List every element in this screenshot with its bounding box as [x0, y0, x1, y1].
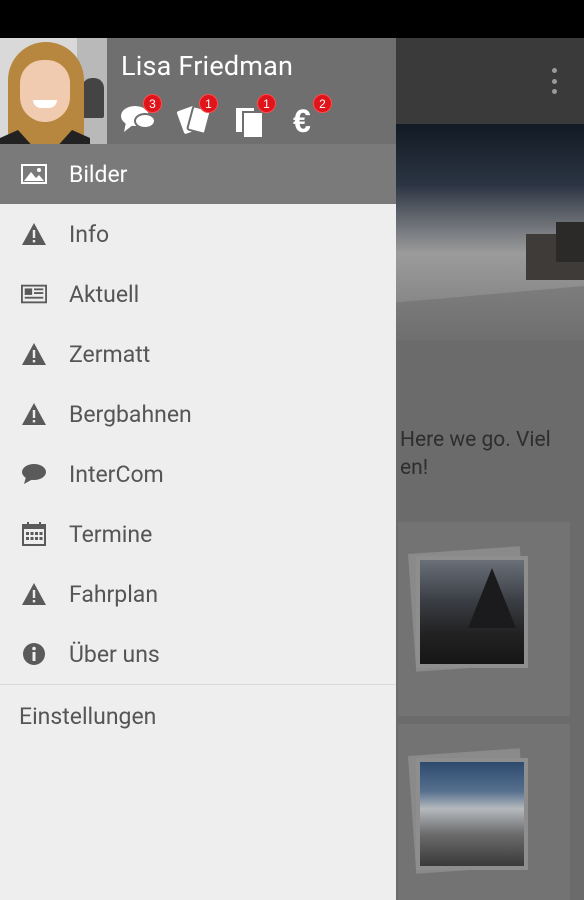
euro-icon[interactable]: € 2	[290, 94, 332, 138]
post-text: Here we go. Viel en!	[400, 426, 584, 482]
badge-count: 1	[199, 94, 218, 113]
menu-item-bergbahnen[interactable]: Bergbahnen	[0, 384, 396, 444]
calendar-icon	[21, 522, 47, 546]
menu-item-label: Bergbahnen	[69, 400, 192, 428]
overflow-menu-icon[interactable]	[552, 68, 558, 94]
photo-thumbnail	[420, 560, 524, 664]
menu-item-aktuell[interactable]: Aktuell	[0, 264, 396, 324]
menu-item-label: Bilder	[69, 160, 128, 188]
warning-icon	[21, 222, 47, 246]
chat-bubble-icon	[21, 462, 47, 486]
profile-name: Lisa Friedman	[121, 50, 294, 82]
documents-icon[interactable]: 1	[234, 94, 276, 138]
menu-item-fahrplan[interactable]: Fahrplan	[0, 564, 396, 624]
settings-item[interactable]: Einstellungen	[0, 685, 396, 755]
menu-item-termine[interactable]: Termine	[0, 504, 396, 564]
chat-bubbles-icon[interactable]: 3	[120, 94, 162, 136]
menu-item-label: Zermatt	[69, 340, 151, 368]
menu-item-bilder[interactable]: Bilder	[0, 144, 396, 204]
drawer-menu: Bilder Info Aktuell Zermatt Bergbahnen I…	[0, 144, 396, 755]
menu-item-label: Aktuell	[69, 280, 140, 308]
menu-item-intercom[interactable]: InterCom	[0, 444, 396, 504]
menu-item-label: Termine	[69, 520, 153, 548]
warning-icon	[21, 582, 47, 606]
menu-item-info[interactable]: Info	[0, 204, 396, 264]
settings-label: Einstellungen	[19, 703, 157, 730]
status-bar	[0, 0, 584, 38]
profile-header[interactable]: Lisa Friedman 3 1 1 € 2	[0, 38, 396, 144]
svg-text:€: €	[293, 104, 311, 138]
post-text-line-2: en!	[400, 456, 429, 480]
photo-thumbnail	[420, 762, 524, 866]
image-icon	[21, 162, 47, 186]
hero-image	[396, 124, 584, 340]
warning-icon	[21, 342, 47, 366]
navigation-drawer: Lisa Friedman 3 1 1 € 2 Bilder Info Aktu…	[0, 38, 396, 900]
menu-item-label: Fahrplan	[69, 580, 159, 608]
badge-count: 1	[257, 94, 276, 113]
badge-count: 3	[143, 94, 162, 113]
menu-item-label: Über uns	[69, 640, 160, 668]
photo-card[interactable]	[398, 522, 570, 716]
tickets-icon[interactable]: 1	[176, 94, 218, 136]
info-icon	[21, 642, 47, 666]
newspaper-icon	[21, 282, 47, 306]
menu-item-ueber-uns[interactable]: Über uns	[0, 624, 396, 684]
menu-item-label: Info	[69, 220, 110, 248]
menu-item-zermatt[interactable]: Zermatt	[0, 324, 396, 384]
post-text-line-1: Here we go. Viel	[400, 428, 551, 452]
badge-count: 2	[313, 94, 332, 113]
warning-icon	[21, 402, 47, 426]
avatar[interactable]	[0, 38, 107, 144]
menu-item-label: InterCom	[69, 460, 164, 488]
photo-card[interactable]	[398, 724, 570, 900]
